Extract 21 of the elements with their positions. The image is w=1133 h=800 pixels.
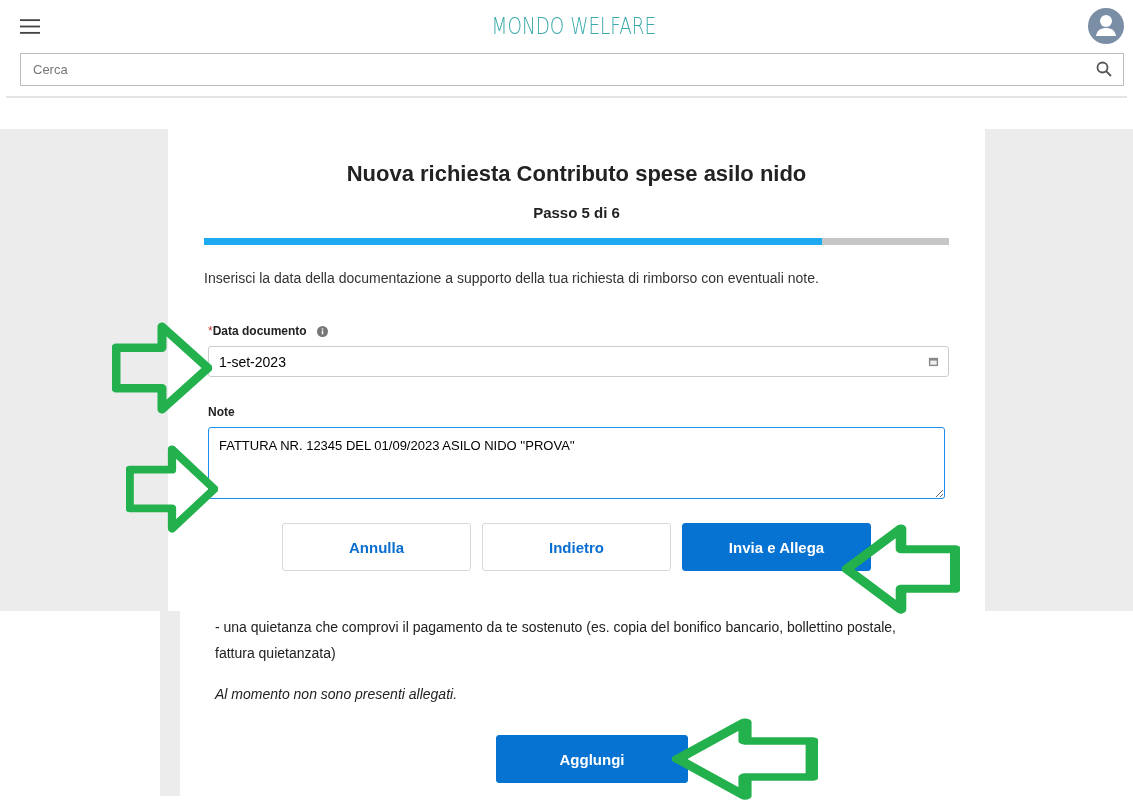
field-label: Data documento — [212, 324, 307, 338]
add-button[interactable]: Agglungi — [496, 735, 688, 783]
required-mark: * — [208, 324, 213, 338]
empty-note: Al momento non sono presenti allegati. — [215, 686, 459, 702]
requirement-text: - una quietanza che comprovi il pagamento da te sostenuto (es. copia del bonifico bancario, bollettino postale, fattura quietanzata) — [215, 618, 897, 663]
intro-text: Inserisci la data della documentazione a supporto della tua richiesta di rimborso con eventuali note. — [204, 270, 820, 286]
menu-icon[interactable] — [20, 17, 40, 35]
submit-button[interactable]: Invia e Allega — [682, 523, 871, 571]
avatar-icon[interactable] — [1088, 8, 1124, 44]
secondary-button[interactable]: Indietro — [482, 523, 671, 571]
form-title: Nuova richiesta Contributo spese asilo nido — [345, 160, 808, 187]
info-icon[interactable] — [316, 325, 328, 337]
search-field[interactable]: Cerca — [20, 53, 1124, 86]
logo[interactable]: MONDO WELFARE — [491, 13, 657, 39]
note-field[interactable]: FATTURA NR. 12345 DEL 01/09/2023 ASILO NIDO ''PROVA'' — [208, 427, 945, 499]
secondary-button[interactable]: Annulla — [282, 523, 471, 571]
search-icon[interactable] — [1096, 61, 1112, 77]
calendar-icon[interactable] — [928, 356, 939, 367]
date-field[interactable]: 1-set-2023 — [208, 346, 949, 377]
step-indicator: Passo 5 di 6 — [532, 204, 621, 221]
field-label: Note — [208, 405, 235, 419]
